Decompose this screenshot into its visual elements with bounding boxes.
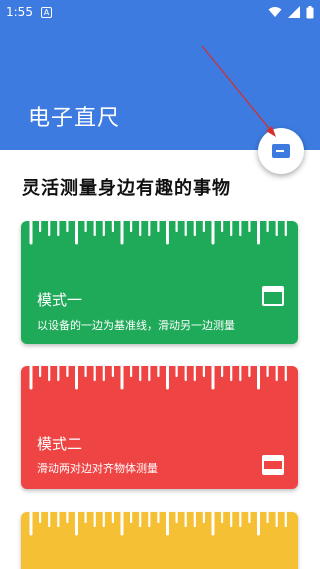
wifi-icon <box>268 7 282 17</box>
ruler-fab-button[interactable] <box>258 128 304 174</box>
mode-three-card[interactable] <box>21 512 298 569</box>
mode-one-card[interactable]: 模式一 以设备的一边为基准线，滑动另一边测量 <box>21 221 298 344</box>
status-time: 1:55 <box>6 5 33 19</box>
status-icons <box>268 5 314 19</box>
ruler-ticks <box>29 512 287 536</box>
mode-two-card[interactable]: 模式二 滑动两对边对齐物体测量 <box>21 366 298 489</box>
card-description: 滑动两对边对齐物体测量 <box>37 462 158 475</box>
notification-icon: A <box>40 6 52 18</box>
ruler-ticks <box>29 221 287 245</box>
card-title: 模式一 <box>37 291 83 309</box>
app-title: 电子直尺 <box>28 106 121 131</box>
ruler-card-icon <box>272 144 290 158</box>
signal-icon <box>288 6 300 18</box>
battery-icon <box>306 5 314 18</box>
page-subtitle: 灵活测量身边有趣的事物 <box>22 178 231 199</box>
ruler-ticks <box>29 366 287 390</box>
status-bar: 1:55 A <box>0 0 320 24</box>
card-title: 模式二 <box>37 435 83 453</box>
double-edge-ruler-icon <box>262 455 284 475</box>
single-edge-ruler-icon <box>262 286 284 306</box>
card-description: 以设备的一边为基准线，滑动另一边测量 <box>37 319 235 332</box>
